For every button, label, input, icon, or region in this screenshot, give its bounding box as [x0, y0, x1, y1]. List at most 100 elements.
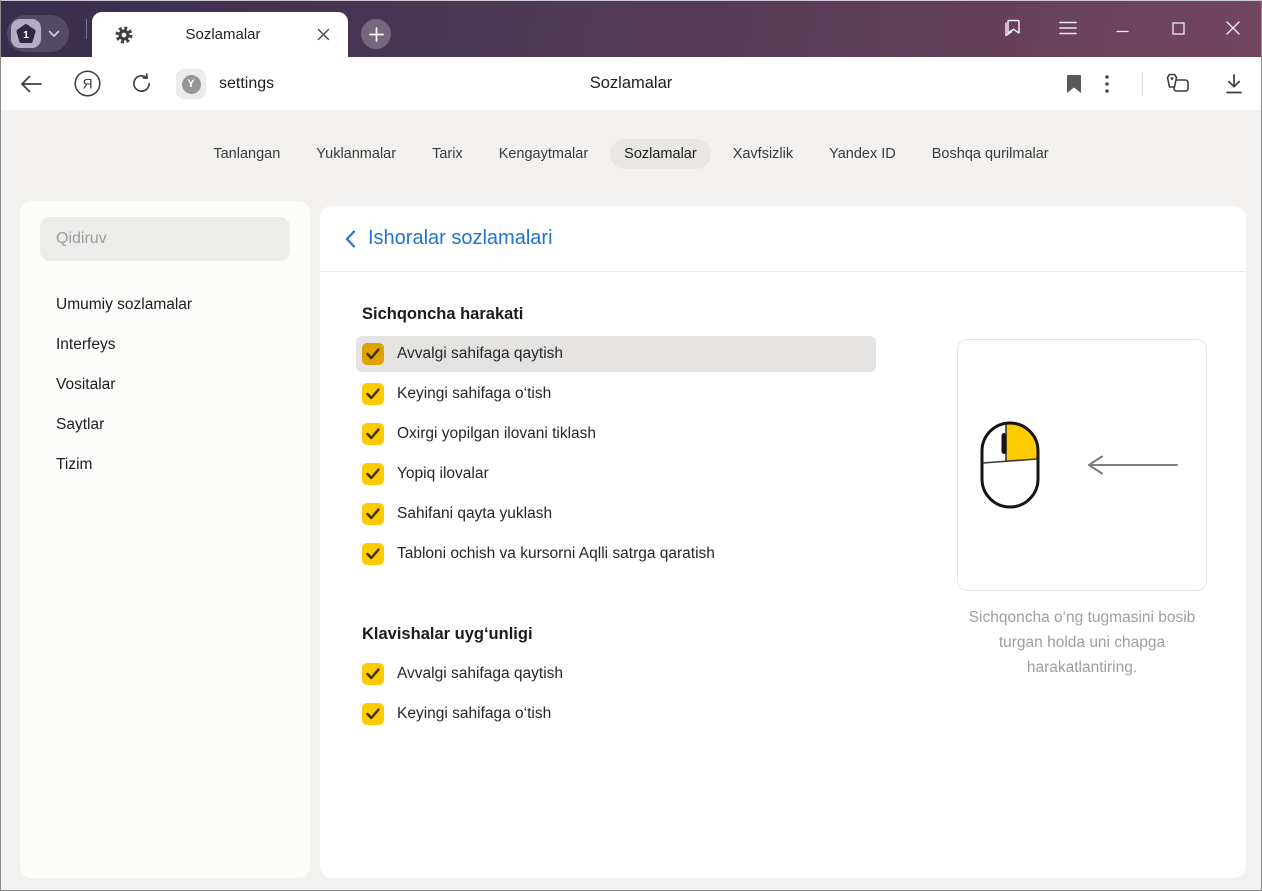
tab-counter-shield-icon: 1 — [16, 23, 36, 43]
tab-title: Sozlamalar — [185, 26, 261, 43]
address-text[interactable]: settings — [219, 57, 274, 110]
key-card-icon — [1166, 73, 1189, 92]
tab-group-badge[interactable]: 1 — [11, 19, 41, 48]
option-row[interactable]: Keyingi sahifaga o‘tish — [356, 376, 876, 412]
passwords-button[interactable] — [1161, 57, 1193, 110]
tabstrip-divider — [86, 19, 87, 39]
bookmarks-panel-icon — [1005, 19, 1020, 37]
options-column: Sichqoncha harakati Avvalgi sahifaga qay… — [356, 302, 896, 736]
nav-tab-yuklanmalar[interactable]: Yuklanmalar — [302, 139, 410, 169]
search-box[interactable] — [40, 217, 290, 261]
active-tab[interactable]: Sozlamalar — [92, 12, 348, 57]
checkbox-checked[interactable] — [362, 423, 384, 445]
checkbox-checked[interactable] — [362, 383, 384, 405]
check-icon — [366, 668, 380, 680]
check-icon — [366, 508, 380, 520]
option-label: Keyingi sahifaga o‘tish — [397, 385, 552, 402]
checkbox-checked[interactable] — [362, 703, 384, 725]
new-tab-button[interactable] — [361, 19, 391, 49]
yandex-y-icon: Y — [181, 74, 201, 94]
downloads-button[interactable] — [1220, 57, 1248, 110]
browser-menu-button[interactable] — [1051, 5, 1085, 51]
sidebar: Umumiy sozlamalar Interfeys Vositalar Sa… — [20, 201, 310, 878]
toolbar: Я Y settings Sozlamalar — [0, 57, 1262, 110]
checkbox-checked[interactable] — [362, 543, 384, 565]
section-header-title: Ishoralar sozlamalari — [368, 227, 553, 249]
gear-icon — [114, 25, 134, 45]
refresh-button[interactable] — [128, 57, 154, 110]
option-row[interactable]: Yopiq ilovalar — [356, 456, 876, 492]
titlebar: 1 Sozlamalar — [0, 0, 1262, 57]
maximize-button[interactable] — [1161, 5, 1195, 51]
check-icon — [366, 348, 380, 360]
option-row[interactable]: Avvalgi sahifaga qaytish — [356, 656, 876, 692]
settings-nav: Tanlangan Yuklanmalar Tarix Kengaytmalar… — [0, 139, 1262, 169]
option-label: Oxirgi yopilgan ilovani tiklash — [397, 425, 597, 442]
search-input[interactable] — [40, 217, 290, 261]
close-icon — [317, 28, 329, 41]
chevron-down-icon[interactable] — [48, 30, 60, 38]
back-arrow-icon — [21, 75, 42, 92]
sidebar-item-tizim[interactable]: Tizim — [20, 445, 310, 485]
site-favicon[interactable]: Y — [176, 69, 206, 99]
chevron-left-icon — [345, 229, 356, 248]
option-row[interactable]: Oxirgi yopilgan ilovani tiklash — [356, 416, 876, 452]
option-label: Avvalgi sahifaga qaytish — [397, 345, 564, 362]
bookmark-icon — [1067, 74, 1081, 93]
option-row[interactable]: Sahifani qayta yuklash — [356, 496, 876, 532]
option-label: Yopiq ilovalar — [397, 465, 489, 482]
back-button[interactable] — [18, 57, 44, 110]
tab-group-widget[interactable]: 1 — [7, 15, 69, 52]
nav-tab-tarix[interactable]: Tarix — [418, 139, 477, 169]
sidebar-item-vositalar[interactable]: Vositalar — [20, 365, 310, 405]
main-panel: Ishoralar sozlamalari Sichqoncha harakat… — [320, 206, 1246, 878]
checkbox-checked[interactable] — [362, 343, 384, 365]
maximize-icon — [1171, 21, 1185, 35]
yandex-logo-button[interactable]: Я — [73, 57, 101, 110]
minimize-button[interactable] — [1105, 5, 1139, 51]
nav-tab-kengaytmalar[interactable]: Kengaytmalar — [485, 139, 602, 169]
plus-icon — [368, 26, 384, 42]
option-label: Sahifani qayta yuklash — [397, 505, 553, 522]
nav-tab-tanlangan[interactable]: Tanlangan — [199, 139, 294, 169]
check-icon — [366, 428, 380, 440]
nav-tab-yandex-id[interactable]: Yandex ID — [815, 139, 910, 169]
option-label: Tabloni ochish va kursorni Aqlli satrga … — [397, 545, 715, 562]
hamburger-icon — [1059, 21, 1077, 35]
svg-text:Я: Я — [82, 76, 92, 92]
checkbox-checked[interactable] — [362, 463, 384, 485]
nav-tab-boshqa-qurilmalar[interactable]: Boshqa qurilmalar — [918, 139, 1063, 169]
side-panel-bookmarks-button[interactable] — [995, 5, 1029, 51]
toolbar-divider — [1142, 72, 1143, 96]
nav-tab-xavfsizlik[interactable]: Xavfsizlik — [719, 139, 807, 169]
left-arrow-icon — [1088, 455, 1178, 475]
option-label: Keyingi sahifaga o‘tish — [397, 705, 552, 722]
check-icon — [366, 388, 380, 400]
sidebar-item-saytlar[interactable]: Saytlar — [20, 405, 310, 445]
yandex-logo-icon: Я — [73, 70, 101, 97]
tab-close-button[interactable] — [312, 24, 334, 46]
section-title-mouse: Sichqoncha harakati — [362, 305, 524, 323]
sidebar-item-umumiy-sozlamalar[interactable]: Umumiy sozlamalar — [20, 285, 310, 325]
settings-back-link[interactable]: Ishoralar sozlamalari — [320, 206, 1246, 272]
check-icon — [366, 468, 380, 480]
option-row[interactable]: Keyingi sahifaga o‘tish — [356, 696, 876, 732]
option-label: Avvalgi sahifaga qaytish — [397, 665, 564, 682]
checkbox-checked[interactable] — [362, 503, 384, 525]
section-title-keys: Klavishalar uyg‘unligi — [362, 625, 533, 643]
illustration-caption: Sichqoncha o‘ng tugmasini bosib turgan h… — [968, 609, 1196, 676]
download-icon — [1226, 73, 1242, 93]
option-row[interactable]: Avvalgi sahifaga qaytish — [356, 336, 876, 372]
refresh-icon — [132, 73, 150, 92]
checkbox-checked[interactable] — [362, 663, 384, 685]
mouse-illustration — [980, 421, 1040, 509]
option-row[interactable]: Tabloni ochish va kursorni Aqlli satrga … — [356, 536, 876, 572]
svg-text:1: 1 — [23, 28, 29, 40]
nav-tab-sozlamalar[interactable]: Sozlamalar — [610, 139, 711, 169]
close-window-button[interactable] — [1216, 5, 1250, 51]
check-icon — [366, 548, 380, 560]
illustration-card — [957, 339, 1207, 591]
bookmark-button[interactable] — [1060, 57, 1088, 110]
sidebar-item-interfeys[interactable]: Interfeys — [20, 325, 310, 365]
more-actions-button[interactable] — [1095, 57, 1119, 110]
